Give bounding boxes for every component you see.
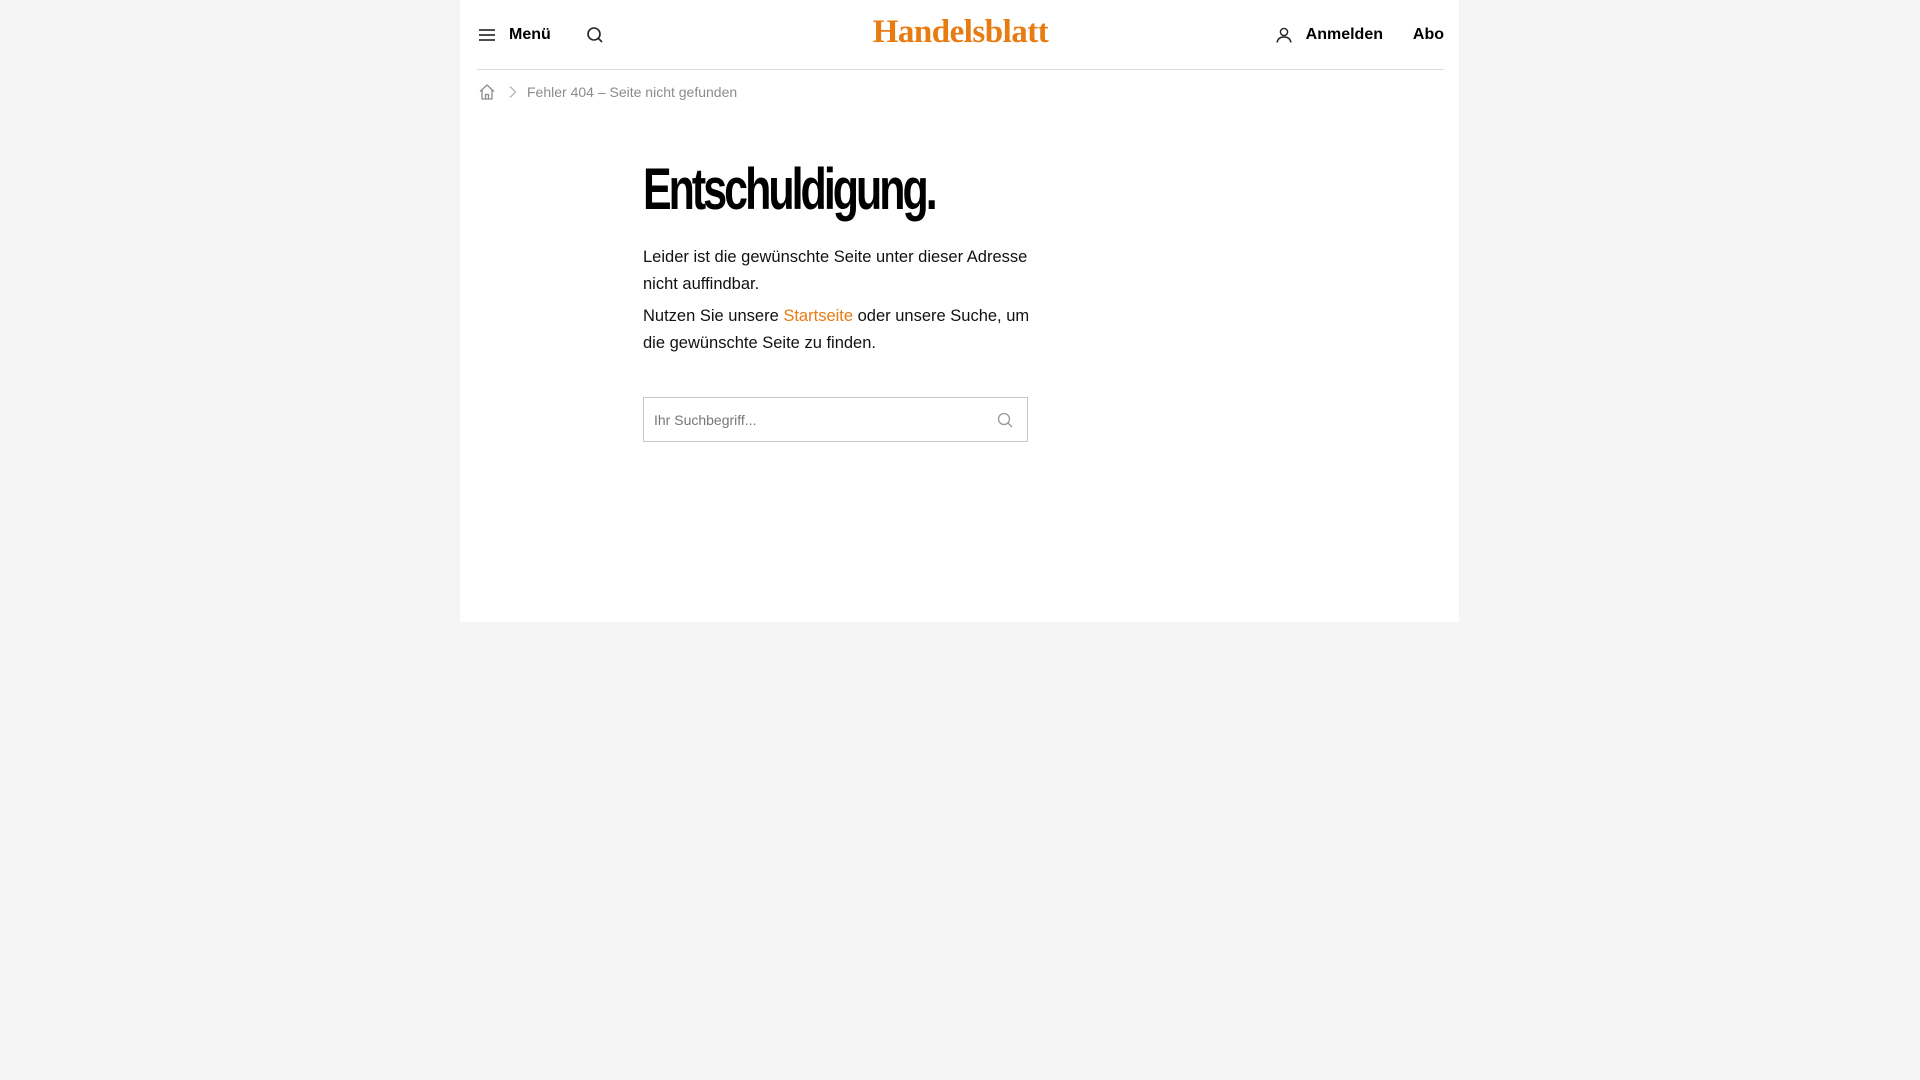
search-form: [643, 397, 1028, 442]
breadcrumb-current: Fehler 404 – Seite nicht gefunden: [527, 84, 738, 100]
search-input[interactable]: [644, 398, 984, 441]
chevron-right-icon: [507, 85, 519, 99]
home-icon[interactable]: [477, 82, 497, 102]
menu-label: Menü: [509, 26, 551, 43]
menu-button[interactable]: Menü: [477, 22, 551, 48]
search-submit-icon[interactable]: [995, 410, 1015, 430]
hamburger-icon: [477, 25, 497, 45]
breadcrumb: Fehler 404 – Seite nicht gefunden: [477, 81, 737, 103]
error-message: Leider ist die gewünschte Seite unter di…: [643, 248, 1028, 293]
search-icon: [584, 27, 606, 50]
header-search-button[interactable]: [584, 24, 606, 46]
login-label: Anmelden: [1305, 26, 1383, 43]
abo-button[interactable]: Abo: [1413, 22, 1444, 48]
page-title: Entschuldigung.: [643, 157, 938, 222]
page-container: Menü Handelsblatt Anmelden Abo Fehler 40…: [460, 0, 1459, 622]
handelsblatt-logo[interactable]: Handelsblatt: [873, 14, 1049, 50]
error-content: Entschuldigung. Leider ist die gewünscht…: [643, 150, 1043, 442]
site-header: Menü Handelsblatt Anmelden Abo: [477, 0, 1444, 70]
login-button[interactable]: Anmelden: [1274, 22, 1383, 48]
homepage-link[interactable]: Startseite: [783, 307, 853, 325]
help-message: Nutzen Sie unsere Startseite oder unsere…: [643, 303, 1043, 357]
help-text-before: Nutzen Sie unsere: [643, 307, 784, 325]
user-icon: [1274, 25, 1294, 45]
